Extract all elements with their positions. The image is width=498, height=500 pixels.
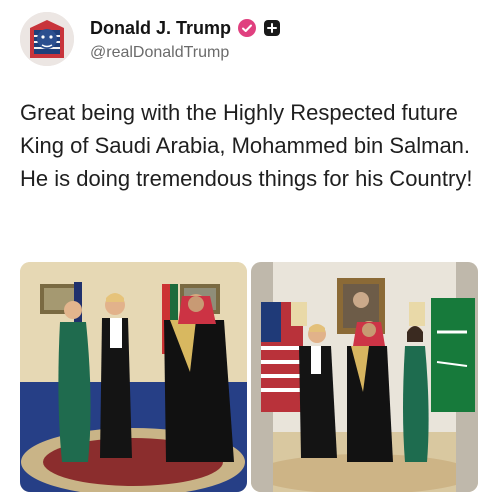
profile-portrait-icon (20, 12, 74, 66)
author-info: Donald J. Trump @realDonaldTrump (90, 16, 281, 62)
photo-right-image (251, 262, 478, 492)
photo-right[interactable] (251, 262, 478, 492)
photo-left[interactable] (20, 262, 247, 492)
author-avatar[interactable] (20, 12, 74, 66)
author-display-name[interactable]: Donald J. Trump (90, 18, 231, 39)
author-handle[interactable]: @realDonaldTrump (90, 44, 281, 62)
verified-badge-icon (238, 19, 257, 37)
post-text: Great being with the Highly Respected fu… (20, 100, 473, 191)
plus-square-icon (264, 20, 281, 36)
media-grid (20, 262, 478, 492)
post-header: Donald J. Trump @realDonaldTrump (20, 12, 480, 68)
photo-left-image (20, 262, 247, 492)
name-row: Donald J. Trump (90, 16, 281, 40)
